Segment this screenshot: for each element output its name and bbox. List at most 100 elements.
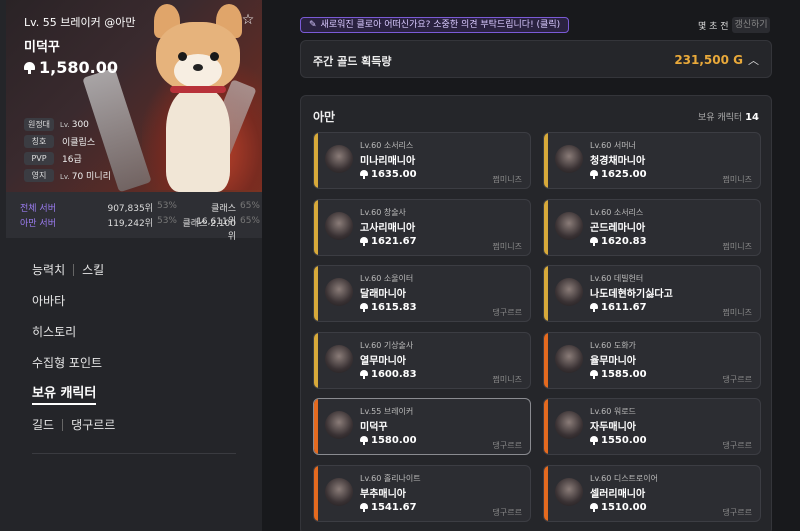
character-card[interactable]: Lv.60 워로드 자두매니아 1550.00 댕구르르 bbox=[543, 398, 761, 455]
character-avatar bbox=[325, 411, 353, 439]
helmet-icon bbox=[360, 303, 368, 312]
weekly-gold-value: 231,500 G bbox=[674, 53, 743, 67]
nav-guild-name[interactable]: 댕구르르 bbox=[71, 417, 115, 433]
group-color-bar bbox=[544, 332, 548, 388]
character-portrait: Lv. 55 브레이커 @아만 미덕꾸 1,580.00 원정대 Lv. 300 … bbox=[6, 0, 262, 192]
chat-bubble-icon: ✎ bbox=[309, 19, 317, 30]
helmet-icon bbox=[360, 236, 368, 246]
favorite-star-icon[interactable]: ☆ bbox=[240, 12, 256, 28]
character-item-level: 1541.67 bbox=[360, 502, 417, 513]
weekly-gold-label: 주간 골드 획득량 bbox=[313, 55, 392, 68]
character-card[interactable]: Lv.60 디스트로이어 셀러리매니아 1510.00 댕구르르 bbox=[543, 464, 761, 522]
character-group: 쩜미니즈 bbox=[492, 175, 522, 184]
helmet-icon bbox=[360, 369, 368, 379]
info-label: 영지 bbox=[24, 169, 54, 182]
character-name: 고사리매니아 bbox=[360, 222, 416, 234]
info-value: 16급 bbox=[62, 155, 82, 165]
character-group: 댕구르르 bbox=[722, 374, 752, 384]
character-class: Lv.60 소울이터 bbox=[360, 274, 414, 283]
group-color-bar bbox=[314, 133, 318, 188]
nav-history[interactable]: 히스토리 bbox=[32, 324, 115, 355]
info-row-pvp: PVP 16급 bbox=[24, 150, 111, 167]
character-avatar-image bbox=[146, 4, 250, 192]
refresh-button[interactable]: 갱신하기 bbox=[732, 17, 770, 33]
character-name: 열무마니아 bbox=[360, 355, 406, 367]
character-name: 달래마니아 bbox=[360, 289, 406, 300]
rank-row-server: 아만 서버 119,242위 53% 클래스 2,100위 65% bbox=[20, 216, 260, 242]
nav-characters[interactable]: 보유 캐릭터 bbox=[32, 386, 115, 417]
nav-row-guild: 길드 댕구르르 bbox=[32, 417, 115, 448]
group-color-bar bbox=[314, 332, 318, 388]
character-avatar bbox=[555, 278, 583, 306]
character-avatar bbox=[325, 278, 353, 306]
nav-collectibles[interactable]: 수집형 포인트 bbox=[32, 355, 115, 386]
character-item-level: 1611.67 bbox=[590, 302, 647, 313]
characters-panel: 아만 보유 캐릭터 14 Lv.60 소서리스 미나리매니아 1635.00 쩜미니즈… bbox=[300, 95, 772, 531]
info-value: 이클립스 bbox=[62, 138, 96, 148]
character-avatar bbox=[555, 411, 583, 439]
character-item-level: 1510.00 bbox=[590, 502, 647, 513]
profile-sidebar: Lv. 55 브레이커 @아만 미덕꾸 1,580.00 원정대 Lv. 300 … bbox=[0, 0, 262, 531]
character-card[interactable]: Lv.60 소서리스 곤드레마니아 1620.83 쩜미니즈 bbox=[543, 198, 761, 256]
character-avatar bbox=[555, 211, 583, 240]
info-row-title: 칭호 이클립스 bbox=[24, 133, 111, 150]
helmet-icon bbox=[360, 502, 368, 512]
group-color-bar bbox=[544, 266, 548, 321]
info-label: 칭호 bbox=[24, 135, 54, 148]
divider bbox=[32, 453, 236, 454]
character-card[interactable]: Lv.60 서머너 청경채마니아 1625.00 쩜미니즈 bbox=[543, 132, 761, 189]
character-class: Lv.60 소서리스 bbox=[590, 207, 644, 217]
character-group: 쩜미니즈 bbox=[492, 241, 522, 251]
character-name: 자두매니아 bbox=[590, 422, 636, 433]
character-name: 미나리매니아 bbox=[360, 156, 416, 167]
helmet-icon bbox=[360, 170, 368, 179]
group-color-bar bbox=[314, 266, 318, 321]
info-label: PVP bbox=[24, 152, 54, 165]
character-name: 셀러리매니아 bbox=[590, 488, 646, 500]
group-color-bar bbox=[314, 199, 318, 255]
character-card[interactable]: Lv.60 기상술사 열무마니아 1600.83 쩜미니즈 bbox=[313, 331, 531, 389]
character-item-level: 1600.83 bbox=[360, 369, 417, 380]
character-name: 청경채마니아 bbox=[590, 156, 646, 167]
character-group: 쩜미니즈 bbox=[722, 308, 752, 317]
nav-guild[interactable]: 길드 bbox=[32, 417, 54, 433]
group-color-bar bbox=[544, 465, 548, 521]
character-group: 쩜미니즈 bbox=[492, 374, 522, 384]
character-card[interactable]: Lv.55 브레이커 미덕꾸 1580.00 댕구르르 bbox=[313, 398, 531, 455]
character-card[interactable]: Lv.60 창술사 고사리매니아 1621.67 쩜미니즈 bbox=[313, 198, 531, 256]
character-name: 부추매니아 bbox=[360, 488, 406, 500]
character-card[interactable]: Lv.60 소울이터 달래마니아 1615.83 댕구르르 bbox=[313, 265, 531, 322]
character-group: 쩜미니즈 bbox=[722, 241, 752, 251]
group-color-bar bbox=[314, 465, 318, 521]
group-color-bar bbox=[544, 133, 548, 188]
character-card[interactable]: Lv.60 홀리나이트 부추매니아 1541.67 댕구르르 bbox=[313, 464, 531, 522]
character-class: Lv.55 브레이커 bbox=[360, 407, 414, 416]
weekly-gold-panel[interactable]: 주간 골드 획득량 231,500 G ︿ bbox=[300, 40, 772, 78]
server-name: 아만 bbox=[313, 110, 336, 124]
info-row-estate: 영지 Lv. 70 미니리 bbox=[24, 167, 111, 184]
character-class: Lv.60 데빌헌터 bbox=[590, 274, 644, 283]
character-item-level: 1621.67 bbox=[360, 236, 417, 247]
character-card[interactable]: Lv.60 도화가 율무마니아 1585.00 댕구르르 bbox=[543, 331, 761, 389]
feedback-notice[interactable]: ✎ 새로워진 클로아 어떠신가요? 소중한 의견 부탁드립니다! (클릭) bbox=[300, 17, 570, 33]
profile-nav: 능력치 스킬 아바타 히스토리 수집형 포인트 보유 캐릭터 길드 댕구르르 bbox=[32, 262, 115, 448]
character-avatar bbox=[325, 344, 353, 373]
character-avatar bbox=[555, 145, 583, 173]
character-group: 댕구르르 bbox=[492, 507, 522, 517]
character-class: Lv.60 워로드 bbox=[590, 407, 636, 416]
character-avatar bbox=[325, 145, 353, 173]
character-avatar bbox=[325, 477, 353, 506]
nav-avatar[interactable]: 아바타 bbox=[32, 293, 115, 324]
chevron-up-icon[interactable]: ︿ bbox=[748, 52, 759, 68]
character-card[interactable]: Lv.60 데빌헌터 나도데현하기싫다고 1611.67 쩜미니즈 bbox=[543, 265, 761, 322]
character-class: Lv.60 소서리스 bbox=[360, 141, 414, 150]
character-avatar bbox=[325, 211, 353, 240]
nav-skill[interactable]: 스킬 bbox=[82, 262, 104, 278]
character-info: 원정대 Lv. 300 칭호 이클립스 PVP 16급 영지 Lv. 70 미니리 bbox=[24, 116, 111, 184]
nav-ability[interactable]: 능력치 bbox=[32, 262, 65, 278]
character-card[interactable]: Lv.60 소서리스 미나리매니아 1635.00 쩜미니즈 bbox=[313, 132, 531, 189]
item-level-value: 1,580.00 bbox=[39, 58, 118, 77]
character-name: 미덕꾸 bbox=[360, 422, 388, 433]
info-value: 70 미니리 bbox=[71, 172, 111, 182]
group-color-bar bbox=[314, 399, 318, 454]
